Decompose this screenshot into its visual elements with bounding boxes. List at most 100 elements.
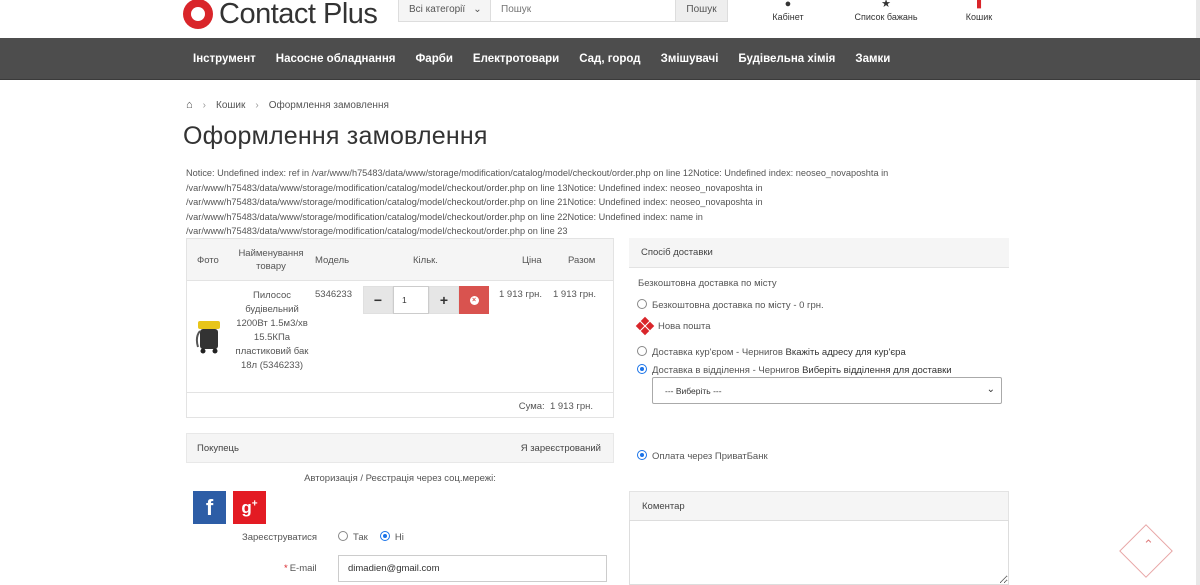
chevron-up-icon: ⌃ bbox=[1142, 536, 1154, 552]
nav-item-electrical[interactable]: Електротовари bbox=[473, 53, 559, 65]
sum-label: Сума: bbox=[518, 401, 545, 412]
courier-hint: Вкажіть адресу для кур'єра bbox=[785, 347, 906, 358]
logo[interactable]: Contact Plus bbox=[183, 0, 378, 34]
header-total: Разом bbox=[568, 255, 596, 266]
nav-item-paints[interactable]: Фарби bbox=[415, 53, 452, 65]
cart-link[interactable]: ▮ Кошик bbox=[956, 0, 1002, 22]
register-yes-radio[interactable]: Так bbox=[338, 531, 368, 543]
courier-label: Доставка кур'єром - Чернигов bbox=[652, 347, 783, 358]
email-label-text: E-mail bbox=[289, 563, 317, 574]
search-button[interactable]: Пошук bbox=[675, 0, 727, 21]
register-no-radio[interactable]: Ні bbox=[379, 531, 404, 543]
email-field[interactable] bbox=[338, 555, 607, 582]
notice-line: /var/www/h75483/data/www/storage/modific… bbox=[186, 211, 703, 222]
radio-checked-icon bbox=[379, 531, 390, 541]
nav-item-chemistry[interactable]: Будівельна хімія bbox=[738, 53, 835, 65]
nav-item-pumps[interactable]: Насосне обладнання bbox=[276, 53, 396, 65]
wishlist-link[interactable]: ★ Список бажань bbox=[846, 0, 926, 22]
cart-table: Фото Найменування товару Модель Кільк. Ц… bbox=[186, 238, 614, 418]
cart-label: Кошик bbox=[965, 12, 993, 22]
scrollbar[interactable] bbox=[1196, 0, 1200, 585]
privatbank-label: Оплата через ПриватБанк bbox=[652, 451, 768, 462]
breadcrumb-checkout: Оформлення замовлення bbox=[268, 99, 389, 111]
category-select-label: Всі категорії bbox=[409, 3, 466, 15]
privatbank-payment-radio[interactable]: Оплата через ПриватБанк bbox=[637, 450, 768, 462]
nav-item-instrument[interactable]: Інструмент bbox=[193, 53, 256, 65]
radio-icon bbox=[338, 531, 348, 541]
required-asterisk: * bbox=[284, 563, 288, 574]
product-model: 5346233 bbox=[315, 289, 352, 300]
branch-delivery-radio[interactable]: Доставка в відділення - Чернигов Виберіт… bbox=[637, 364, 952, 376]
notice-line: /var/www/h75483/data/www/storage/modific… bbox=[186, 226, 568, 237]
header-photo: Фото bbox=[197, 255, 219, 266]
cart-icon: ▮ bbox=[975, 0, 983, 10]
free-delivery-title: Безкоштовна доставка по місту bbox=[638, 278, 777, 289]
google-plus-icon: g+ bbox=[241, 498, 257, 518]
notice-line: /var/www/h75483/data/www/storage/modific… bbox=[186, 182, 763, 193]
radio-checked-icon bbox=[637, 364, 647, 374]
register-label: Зареєструватися bbox=[242, 532, 318, 543]
novaposhta-logo-icon bbox=[635, 316, 655, 336]
register-no-label: Ні bbox=[394, 532, 404, 543]
facebook-login-button[interactable]: f bbox=[193, 491, 226, 524]
novaposhta-group: Нова пошта bbox=[635, 316, 711, 336]
product-price: 1 913 грн. bbox=[499, 289, 543, 300]
cabinet-label: Кабінет bbox=[772, 12, 804, 22]
cart-sum: Сума: 1 913 грн. bbox=[519, 401, 593, 412]
breadcrumb: ⌂ › Кошик › Оформлення замовлення bbox=[186, 99, 389, 111]
free-delivery-label: Безкоштовна доставка по місту - 0 грн. bbox=[652, 300, 824, 311]
header-price: Ціна bbox=[522, 255, 542, 266]
register-options: Так Ні bbox=[338, 531, 404, 543]
header-name: Найменування товару bbox=[238, 248, 304, 272]
product-total: 1 913 грн. bbox=[553, 289, 597, 300]
search-input[interactable] bbox=[491, 0, 675, 21]
star-icon: ★ bbox=[881, 0, 891, 10]
social-auth-title: Авторизація / Реєстрація через соц.мереж… bbox=[304, 473, 496, 484]
radio-icon bbox=[637, 346, 647, 356]
qty-plus-button[interactable]: + bbox=[429, 286, 459, 314]
user-icon: ● bbox=[784, 0, 792, 10]
qty-input[interactable] bbox=[393, 286, 429, 314]
nav-item-locks[interactable]: Замки bbox=[855, 53, 890, 65]
search-bar: Всі категорії ⌄ Пошук bbox=[398, 0, 728, 22]
radio-checked-icon bbox=[637, 450, 647, 460]
buyer-title: Покупець bbox=[197, 443, 239, 454]
vacuum-cleaner-image[interactable] bbox=[195, 317, 223, 355]
chevron-down-icon: ⌄ bbox=[986, 384, 995, 395]
main-nav: Інструмент Насосне обладнання Фарби Елек… bbox=[0, 38, 1200, 80]
wishlist-label: Список бажань bbox=[854, 12, 918, 22]
scroll-to-top-button[interactable]: ⌃ bbox=[1119, 524, 1173, 578]
cart-table-header: Фото Найменування товару Модель Кільк. Ц… bbox=[187, 239, 613, 281]
nav-item-garden[interactable]: Сад, город bbox=[579, 53, 640, 65]
branch-select[interactable]: --- Виберіть --- ⌄ bbox=[652, 377, 1002, 404]
free-delivery-radio[interactable]: Безкоштовна доставка по місту - 0 грн. bbox=[637, 299, 824, 311]
notice-line: Notice: Undefined index: ref in /var/www… bbox=[186, 168, 889, 178]
google-plus-sign: + bbox=[251, 497, 258, 509]
close-icon: × bbox=[469, 295, 479, 305]
table-row: Пилосос будівельний 1200Вт 1.5м3/хв 15.5… bbox=[187, 281, 613, 393]
header-model: Модель bbox=[315, 255, 350, 266]
breadcrumb-cart[interactable]: Кошик bbox=[216, 100, 245, 111]
novaposhta-label: Нова пошта bbox=[658, 320, 711, 332]
chevron-right-icon: › bbox=[202, 99, 206, 111]
php-notice: Notice: Undefined index: ref in /var/www… bbox=[186, 166, 976, 239]
branch-label: Доставка в відділення - Чернигов bbox=[652, 365, 800, 376]
comment-header: Коментар bbox=[629, 491, 1009, 521]
chevron-right-icon: › bbox=[255, 99, 259, 111]
facebook-icon: f bbox=[205, 494, 214, 520]
logo-mark-icon bbox=[183, 0, 213, 29]
home-icon[interactable]: ⌂ bbox=[186, 99, 193, 111]
category-select[interactable]: Всі категорії ⌄ bbox=[399, 0, 491, 21]
google-plus-letter: g bbox=[241, 497, 252, 517]
nav-item-mixers[interactable]: Змішувачі bbox=[661, 53, 719, 65]
qty-minus-button[interactable]: − bbox=[363, 286, 393, 314]
registered-link[interactable]: Я зареєстрований bbox=[521, 443, 601, 454]
comment-textarea[interactable] bbox=[629, 520, 1009, 585]
cabinet-link[interactable]: ● Кабінет bbox=[762, 0, 814, 22]
buyer-header: Покупець Я зареєстрований bbox=[186, 433, 614, 463]
courier-delivery-radio[interactable]: Доставка кур'єром - Чернигов Вкажіть адр… bbox=[637, 346, 906, 358]
product-name[interactable]: Пилосос будівельний 1200Вт 1.5м3/хв 15.5… bbox=[233, 289, 311, 373]
google-plus-login-button[interactable]: g+ bbox=[233, 491, 266, 524]
remove-item-button[interactable]: × bbox=[459, 286, 489, 314]
notice-line: /var/www/h75483/data/www/storage/modific… bbox=[186, 197, 763, 208]
